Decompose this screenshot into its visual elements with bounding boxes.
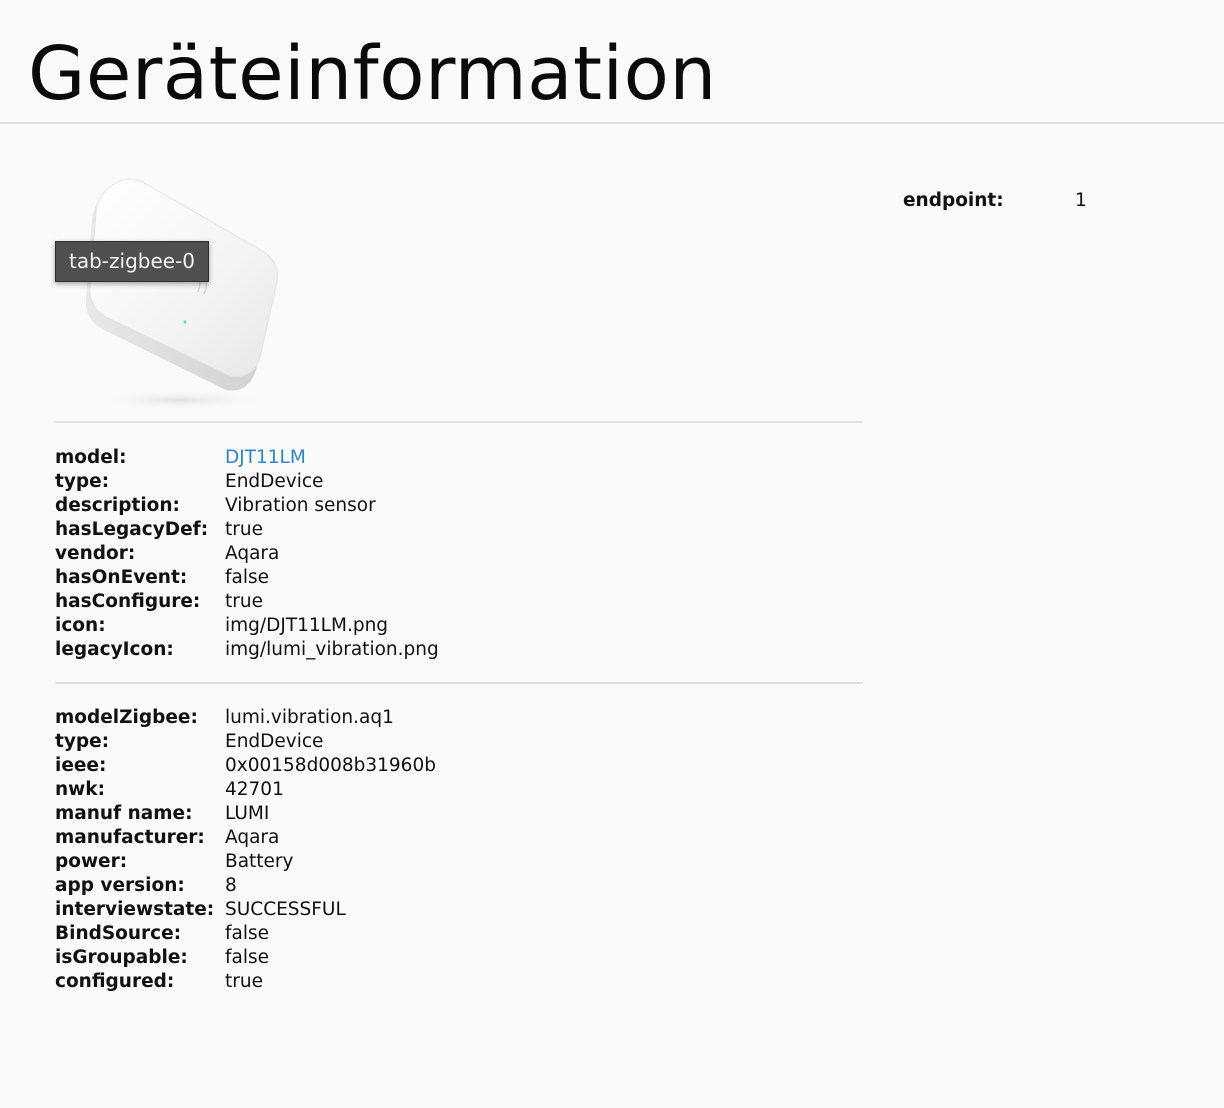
table-row: interviewstate: SUCCESSFUL xyxy=(55,898,436,922)
row-value: 8 xyxy=(225,875,237,896)
row-key: legacyIcon: xyxy=(55,639,174,660)
table-row: legacyIcon: img/lumi_vibration.png xyxy=(55,638,439,662)
row-key: hasConfigure: xyxy=(55,591,201,612)
row-value: SUCCESSFUL xyxy=(225,899,346,920)
table-row: isGroupable: false xyxy=(55,946,436,970)
row-value: Aqara xyxy=(225,827,280,848)
row-key: icon: xyxy=(55,615,106,636)
row-value: lumi.vibration.aq1 xyxy=(225,707,394,728)
row-value: 0x00158d008b31960b xyxy=(225,755,436,776)
row-value: img/DJT11LM.png xyxy=(225,615,389,636)
row-value: EndDevice xyxy=(225,731,324,752)
endpoint-value: 1 xyxy=(1075,190,1087,211)
row-value: img/lumi_vibration.png xyxy=(225,639,439,660)
table-row: ieee: 0x00158d008b31960b xyxy=(55,754,436,778)
divider xyxy=(55,682,863,684)
row-value: EndDevice xyxy=(225,471,324,492)
table-row: app version: 8 xyxy=(55,874,436,898)
tooltip: tab-zigbee-0 xyxy=(55,241,210,282)
row-key: manuf name: xyxy=(55,803,193,824)
device-image xyxy=(85,178,278,410)
row-value: LUMI xyxy=(225,803,270,824)
row-key: nwk: xyxy=(55,779,105,800)
row-value: false xyxy=(225,947,270,968)
row-key: type: xyxy=(55,471,110,492)
table-row: configured: true xyxy=(55,970,436,994)
model-link[interactable]: DJT11LM xyxy=(225,446,306,470)
table-row: manufacturer: Aqara xyxy=(55,826,436,850)
table-row: icon: img/DJT11LM.png xyxy=(55,614,439,638)
row-key: manufacturer: xyxy=(55,827,205,848)
table-row: type: EndDevice xyxy=(55,730,436,754)
table-row: type: EndDevice xyxy=(55,470,439,494)
row-key: modelZigbee: xyxy=(55,707,198,728)
row-value: true xyxy=(225,519,263,540)
endpoint-row: endpoint: 1 xyxy=(903,189,1087,213)
row-value: Aqara xyxy=(225,543,280,564)
table-row: hasOnEvent: false xyxy=(55,566,439,590)
row-key: type: xyxy=(55,731,110,752)
row-value: Battery xyxy=(225,851,294,872)
table-row: nwk: 42701 xyxy=(55,778,436,802)
table-row: hasConfigure: true xyxy=(55,590,439,614)
row-value: true xyxy=(225,971,263,992)
row-key: app version: xyxy=(55,875,185,896)
table-row: BindSource: false xyxy=(55,922,436,946)
table-row: description: Vibration sensor xyxy=(55,494,439,518)
row-key: vendor: xyxy=(55,543,136,564)
row-value: 42701 xyxy=(225,779,284,800)
table-row: power: Battery xyxy=(55,850,436,874)
table-row: manuf name: LUMI xyxy=(55,802,436,826)
row-key: power: xyxy=(55,851,128,872)
row-key: hasOnEvent: xyxy=(55,567,188,588)
row-key: interviewstate: xyxy=(55,899,215,920)
table-row: modelZigbee: lumi.vibration.aq1 xyxy=(55,706,436,730)
row-value: false xyxy=(225,567,270,588)
row-key: description: xyxy=(55,495,180,516)
divider xyxy=(55,421,863,423)
row-key: isGroupable: xyxy=(55,947,188,968)
row-key: hasLegacyDef: xyxy=(55,519,209,540)
row-key: model: xyxy=(55,447,127,468)
page-title: Geräteinformation xyxy=(28,31,717,117)
row-key: ieee: xyxy=(55,755,107,776)
table-row: hasLegacyDef: true xyxy=(55,518,439,542)
row-value: false xyxy=(225,923,270,944)
row-key: BindSource: xyxy=(55,923,182,944)
endpoint-label: endpoint: xyxy=(903,190,1004,211)
table-row: vendor: Aqara xyxy=(55,542,439,566)
page-header: Geräteinformation xyxy=(0,0,1224,124)
table-row: model: DJT11LM xyxy=(55,446,439,470)
zigbee-table: modelZigbee: lumi.vibration.aq1 type: En… xyxy=(55,706,436,994)
row-value: Vibration sensor xyxy=(225,495,376,516)
definition-table: model: DJT11LM type: EndDevice descripti… xyxy=(55,446,439,662)
row-key: configured: xyxy=(55,971,175,992)
row-value: true xyxy=(225,591,263,612)
